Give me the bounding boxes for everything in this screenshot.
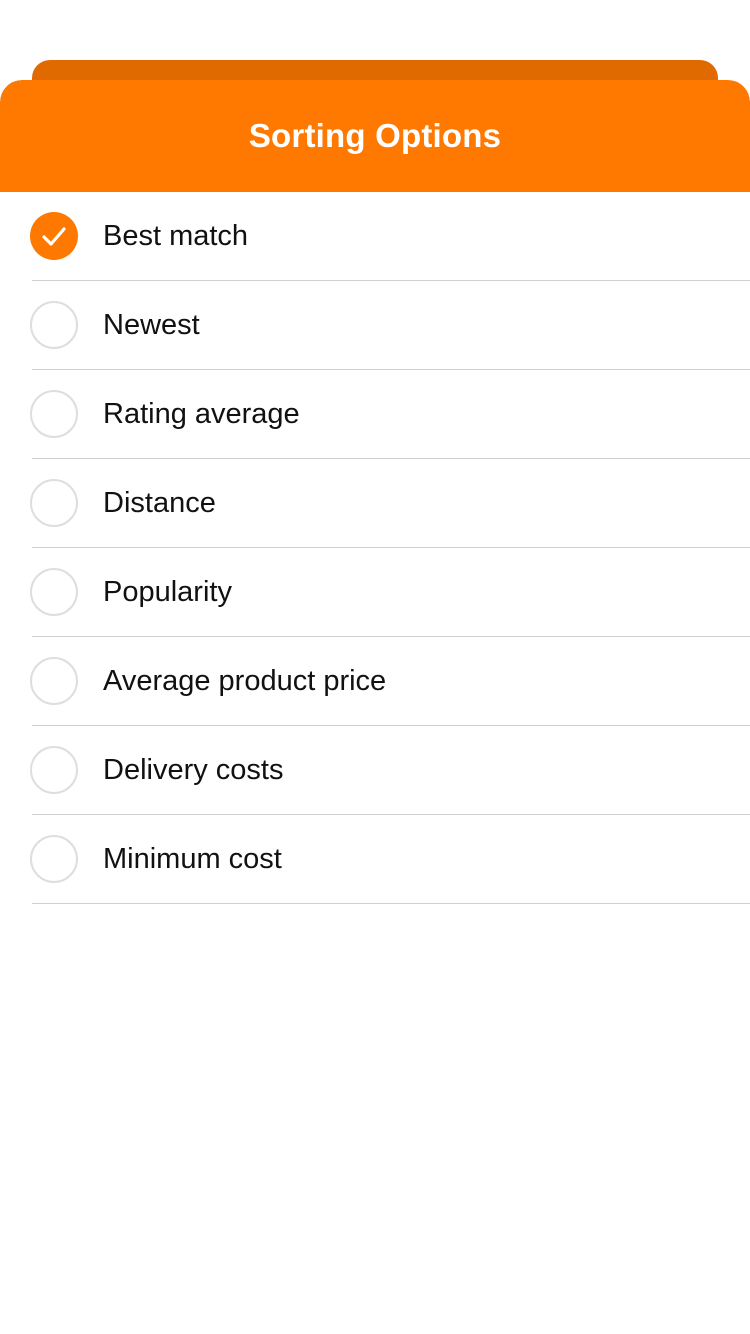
sort-option-distance[interactable]: Distance (0, 459, 750, 548)
radio-button[interactable] (30, 479, 78, 527)
sort-option-newest[interactable]: Newest (0, 281, 750, 370)
radio-empty-icon (32, 570, 76, 614)
sort-option-best-match[interactable]: Best match (0, 192, 750, 281)
sort-options-list: Best match Newest Rating average Distanc… (0, 192, 750, 904)
radio-button[interactable] (30, 746, 78, 794)
option-label: Newest (103, 309, 200, 341)
radio-button[interactable] (30, 301, 78, 349)
option-label: Distance (103, 487, 216, 519)
option-label: Delivery costs (103, 754, 284, 786)
sort-option-delivery-costs[interactable]: Delivery costs (0, 726, 750, 815)
option-label: Average product price (103, 665, 387, 697)
option-label: Best match (103, 220, 249, 252)
radio-empty-icon (32, 303, 76, 347)
sort-option-minimum-cost[interactable]: Minimum cost (0, 815, 750, 904)
radio-button[interactable] (30, 835, 78, 883)
radio-button[interactable] (30, 390, 78, 438)
radio-button[interactable] (30, 212, 78, 260)
radio-button[interactable] (30, 568, 78, 616)
radio-empty-icon (32, 481, 76, 525)
sort-option-popularity[interactable]: Popularity (0, 548, 750, 637)
sheet-header: Sorting Options (0, 80, 750, 192)
radio-empty-icon (32, 837, 76, 881)
option-label: Minimum cost (103, 843, 282, 875)
radio-empty-icon (32, 748, 76, 792)
sheet-title: Sorting Options (248, 117, 502, 154)
sort-option-rating-average[interactable]: Rating average (0, 370, 750, 459)
screen: Sorting Options Best match Newest Rating… (0, 0, 750, 1334)
option-label: Rating average (103, 398, 300, 430)
radio-empty-icon (32, 392, 76, 436)
radio-empty-icon (32, 659, 76, 703)
checkmark-icon (42, 227, 66, 246)
sorting-options-sheet: Sorting Options Best match Newest Rating… (0, 80, 750, 1334)
sort-option-average-product-price[interactable]: Average product price (0, 637, 750, 726)
radio-button[interactable] (30, 657, 78, 705)
option-label: Popularity (103, 576, 232, 608)
